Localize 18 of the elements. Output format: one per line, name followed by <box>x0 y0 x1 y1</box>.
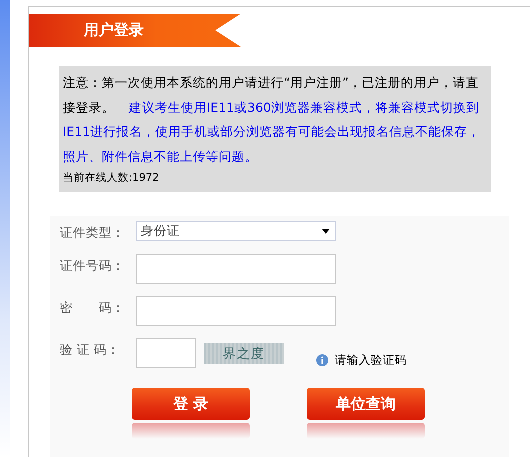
select-value: 身份证 <box>141 222 180 240</box>
captcha-hint: 请输入验证码 <box>335 353 407 368</box>
caret-icon <box>322 228 330 234</box>
field-label: 证件号码： <box>60 257 126 275</box>
info-icon <box>316 354 329 367</box>
field-label: 证件类型： <box>60 224 126 242</box>
captcha-field[interactable] <box>136 338 196 368</box>
captcha-image[interactable]: 界之度 <box>204 343 284 364</box>
panel-title: 用户登录 <box>84 21 144 40</box>
online-count: 当前在线人数:1972 <box>63 171 160 185</box>
id-type-select[interactable]: 身份证 <box>136 221 336 241</box>
field-label: 验 证 码： <box>60 341 121 359</box>
password-field[interactable] <box>136 296 336 326</box>
action-button[interactable]: 单位查询 <box>307 388 425 420</box>
action-button[interactable]: 登 录 <box>132 388 250 420</box>
id-number-field[interactable] <box>136 254 336 284</box>
notice-text: 注意：第一次使用本系统的用户请进行“用户注册”，已注册的用户，请直接登录。 建议考生使用IE11或360浏览器兼容模式，将兼容模式切换到IE11进行报名，使用手机或部分浏览器有可能会出现报名信息不能保存，照片、附件信息不能上传等问题。 <box>63 74 482 166</box>
field-label: 密 码： <box>60 299 126 317</box>
